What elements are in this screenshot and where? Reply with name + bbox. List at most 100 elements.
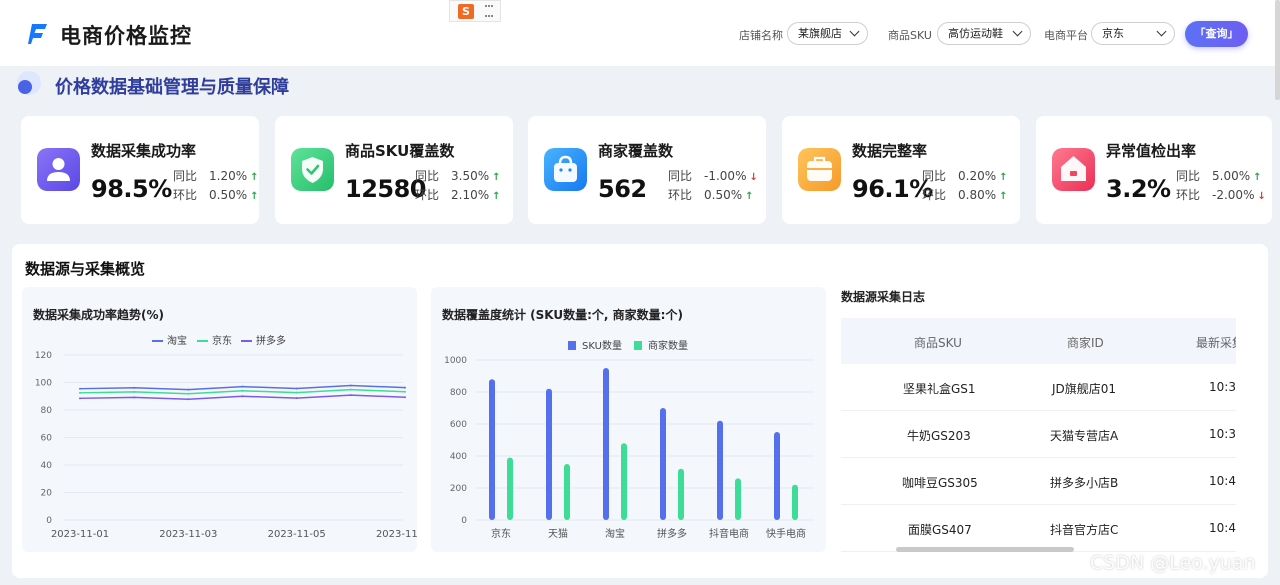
y-tick-label: 1000 xyxy=(444,356,467,366)
platform-select[interactable]: 京东 xyxy=(1091,22,1175,45)
table-header: 商品SKU 商家ID 最新采集 xyxy=(841,318,1236,364)
kpi-mom: 环比 0.50% ↑ xyxy=(173,188,259,202)
x-tick-label: 抖音电商 xyxy=(709,527,749,540)
success-rate-chart-card: 数据采集成功率趋势(%) 0 20 40 60 80 100 120 2023-11-01 20… xyxy=(22,287,417,552)
legend-swatch xyxy=(634,341,642,350)
bar xyxy=(774,432,780,520)
y-tick-label: 100 xyxy=(35,379,52,389)
kpi-card: 数据采集成功率 98.5% 同比 1.20% ↑ 环比 0.50% ↑ xyxy=(21,116,259,224)
legend-label: 拼多多 xyxy=(256,334,286,347)
data-point xyxy=(295,397,298,400)
ime-logo-icon: S xyxy=(458,4,474,19)
kpi-yoy: 同比 5.00% ↑ xyxy=(1176,169,1262,183)
log-title: 数据源采集日志 xyxy=(841,290,926,304)
sku-select[interactable]: 高仿运动鞋 xyxy=(937,22,1031,45)
shop-name-label: 店铺名称 xyxy=(739,29,783,42)
table-horizontal-scrollbar[interactable] xyxy=(896,547,1074,552)
y-tick-label: 20 xyxy=(41,489,53,499)
ime-menu-icon[interactable] xyxy=(485,5,493,17)
bar xyxy=(678,468,684,520)
sku-cell: 坚果礼盒GS1 xyxy=(903,382,976,396)
data-point xyxy=(295,387,298,390)
home-alert-icon xyxy=(1052,148,1095,191)
kpi-mom: 环比 0.80% ↑ xyxy=(922,188,1008,202)
sku-label: 商品SKU xyxy=(888,29,932,42)
bar xyxy=(603,368,609,520)
bar xyxy=(792,484,798,520)
bar xyxy=(717,420,723,520)
data-point xyxy=(79,387,81,390)
table-row[interactable]: 面膜GS407 抖音官方店C 10:45 xyxy=(841,505,1236,552)
chevron-down-icon xyxy=(849,26,860,37)
platform-value: 京东 xyxy=(1102,27,1124,40)
table-row[interactable]: 牛奶GS203 天猫专营店A 10:35 xyxy=(841,411,1236,458)
sku-value: 高仿运动鞋 xyxy=(948,27,1003,40)
x-tick-label: 2023-11-05 xyxy=(268,529,326,540)
query-button[interactable]: 「查询」 xyxy=(1185,21,1248,47)
kpi-card: 异常值检出率 3.2% 同比 5.00% ↑ 环比 -2.00% ↓ xyxy=(1036,116,1272,224)
column-header[interactable]: 商品SKU xyxy=(914,334,962,351)
column-header[interactable]: 最新采集 xyxy=(1196,334,1236,351)
chevron-down-icon xyxy=(1156,26,1167,37)
watermark: CSDN @Leo.yuan xyxy=(1090,552,1256,574)
kpi-mom: 环比 -2.00% ↓ xyxy=(1176,188,1266,202)
time-cell: 10:30 xyxy=(1209,380,1236,394)
top-header: 电商价格监控 S 店铺名称 某旗舰店 商品SKU 高仿运动鞋 电商平台 京东 「… xyxy=(0,0,1280,66)
table-row[interactable]: 坚果礼盒GS1 JD旗舰店01 10:30 xyxy=(841,364,1236,411)
kpi-yoy: 同比 1.20% ↑ xyxy=(173,169,259,183)
app-title: 电商价格监控 xyxy=(60,24,192,48)
kpi-title: 异常值检出率 xyxy=(1106,142,1197,160)
y-tick-label: 400 xyxy=(450,452,467,462)
legend-swatch xyxy=(568,341,576,350)
kpi-card: 数据完整率 96.1% 同比 0.20% ↑ 环比 0.80% ↑ xyxy=(782,116,1020,224)
column-header[interactable]: 商家ID xyxy=(1067,334,1104,351)
x-tick-label: 拼多多 xyxy=(657,527,687,540)
shop-name-select[interactable]: 某旗舰店 xyxy=(787,22,868,45)
bar xyxy=(564,464,570,520)
y-tick-label: 40 xyxy=(41,461,53,471)
x-tick-label: 快手电商 xyxy=(766,527,806,540)
legend-label: 京东 xyxy=(212,334,232,347)
data-point xyxy=(133,386,136,389)
kpi-yoy: 同比 0.20% ↑ xyxy=(922,169,1008,183)
log-table[interactable]: 商品SKU 商家ID 最新采集 坚果礼盒GS1 JD旗舰店01 10:30 牛奶… xyxy=(841,318,1236,552)
data-point xyxy=(349,394,352,397)
legend-label: 淘宝 xyxy=(167,334,187,347)
data-point xyxy=(241,385,244,388)
y-tick-label: 80 xyxy=(41,406,53,416)
section-bullet-icon xyxy=(17,71,41,95)
x-tick-label: 2023-11-01 xyxy=(51,529,109,540)
success-rate-line-chart[interactable]: 0 20 40 60 80 100 120 2023-11-01 2023-11-03 2023-… xyxy=(22,287,417,552)
kpi-yoy: 同比 -1.00% ↓ xyxy=(668,169,758,183)
kpi-value: 12580 xyxy=(345,175,427,203)
merchant-cell: 抖音官方店C xyxy=(1050,523,1119,537)
kpi-mom: 环比 2.10% ↑ xyxy=(415,188,501,202)
platform-label: 电商平台 xyxy=(1044,29,1088,42)
legend-label: SKU数量 xyxy=(582,339,622,352)
data-point xyxy=(241,389,244,392)
arrow-up-icon: ↑ xyxy=(745,191,754,202)
legend-label: 商家数量 xyxy=(648,339,688,352)
bar xyxy=(660,408,666,520)
arrow-down-icon: ↓ xyxy=(1257,191,1266,202)
x-tick-label: 2023-11-03 xyxy=(159,529,217,540)
coverage-bar-chart[interactable]: 0 200 400 600 800 1000 京东 天猫 淘宝 拼多多 抖音电商 快手电商 SKU数量 商… xyxy=(431,287,826,552)
shopping-bag-icon xyxy=(544,148,587,191)
data-point xyxy=(349,388,352,391)
chevron-down-icon xyxy=(1012,26,1023,37)
y-tick-label: 0 xyxy=(461,516,467,526)
merchant-cell: JD旗舰店01 xyxy=(1052,382,1117,396)
x-tick-label: 2023-11-07 xyxy=(376,529,417,540)
input-method-toolbar[interactable]: S xyxy=(449,0,501,22)
data-point xyxy=(79,391,81,394)
briefcase-icon xyxy=(798,148,841,191)
arrow-up-icon: ↑ xyxy=(999,191,1008,202)
y-tick-label: 0 xyxy=(46,516,52,526)
shop-name-value: 某旗舰店 xyxy=(798,27,842,40)
kpi-value: 3.2% xyxy=(1106,175,1171,203)
logo-icon xyxy=(28,24,47,44)
table-row[interactable]: 咖啡豆GS305 拼多多小店B 10:40 xyxy=(841,458,1236,505)
bar xyxy=(621,443,627,520)
page-scrollbar[interactable] xyxy=(1275,0,1280,100)
arrow-up-icon: ↑ xyxy=(492,191,501,202)
